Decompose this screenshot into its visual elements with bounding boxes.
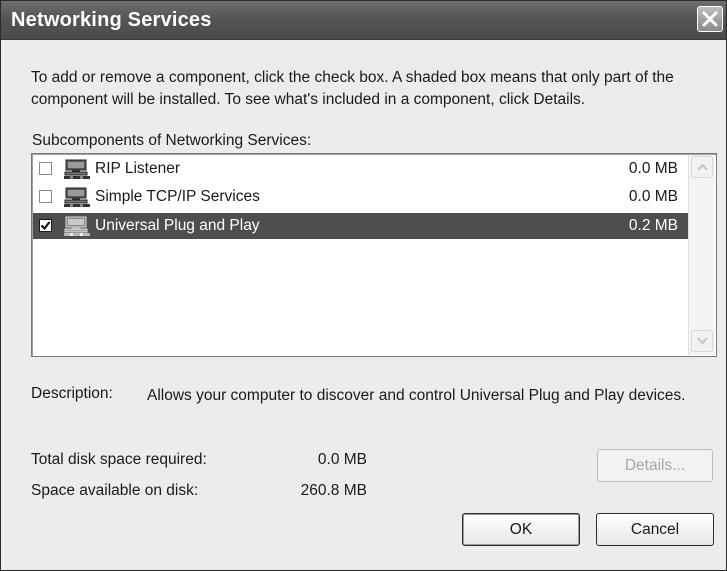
intro-text: To add or remove a component, click the …	[31, 69, 674, 108]
checkbox-simple-tcpip-services[interactable]	[39, 190, 52, 203]
component-label: Universal Plug and Play	[95, 217, 260, 234]
component-size: 0.0 MB	[628, 188, 678, 205]
close-icon	[702, 11, 718, 27]
available-disk-space-label: Space available on disk:	[31, 482, 199, 499]
window-title: Networking Services	[11, 9, 212, 31]
network-computer-icon	[64, 216, 90, 236]
ok-button[interactable]: OK	[462, 513, 580, 546]
total-disk-space-label: Total disk space required:	[31, 451, 207, 468]
component-size: 0.2 MB	[628, 217, 678, 234]
component-size: 0.0 MB	[628, 160, 678, 177]
description-text: Allows your computer to discover and con…	[147, 387, 686, 404]
chevron-down-icon	[697, 337, 708, 345]
component-label: Simple TCP/IP Services	[95, 188, 260, 205]
close-button[interactable]	[697, 6, 723, 32]
chevron-up-icon	[697, 163, 708, 171]
checkmark-icon	[40, 221, 51, 231]
scroll-down-button[interactable]	[691, 330, 713, 352]
list-scrollbar[interactable]	[688, 155, 715, 355]
description-label: Description:	[31, 385, 113, 402]
list-item-universal-plug-and-play[interactable]: Universal Plug and Play 0.2 MB	[33, 213, 688, 239]
network-computer-icon	[64, 187, 90, 207]
networking-services-dialog: Networking Services To add or remove a c…	[0, 0, 727, 571]
cancel-button[interactable]: Cancel	[596, 513, 714, 546]
subcomponents-label: Subcomponents of Networking Services:	[32, 132, 312, 149]
component-label: RIP Listener	[95, 160, 181, 177]
checkbox-rip-listener[interactable]	[39, 162, 52, 175]
available-disk-space-value: 260.8 MB	[300, 482, 367, 499]
network-computer-icon	[64, 159, 90, 179]
details-button[interactable]: Details...	[597, 449, 713, 482]
list-item-simple-tcpip-services[interactable]: Simple TCP/IP Services 0.0 MB	[33, 184, 688, 210]
total-disk-space-value: 0.0 MB	[317, 451, 367, 468]
title-bar[interactable]: Networking Services	[1, 1, 726, 40]
scroll-up-button[interactable]	[691, 156, 713, 178]
checkbox-universal-plug-and-play[interactable]	[39, 219, 52, 232]
list-item-rip-listener[interactable]: RIP Listener 0.0 MB	[33, 156, 688, 182]
subcomponents-list[interactable]: RIP Listener 0.0 MB Simple TCP/IP Servic…	[31, 153, 717, 357]
